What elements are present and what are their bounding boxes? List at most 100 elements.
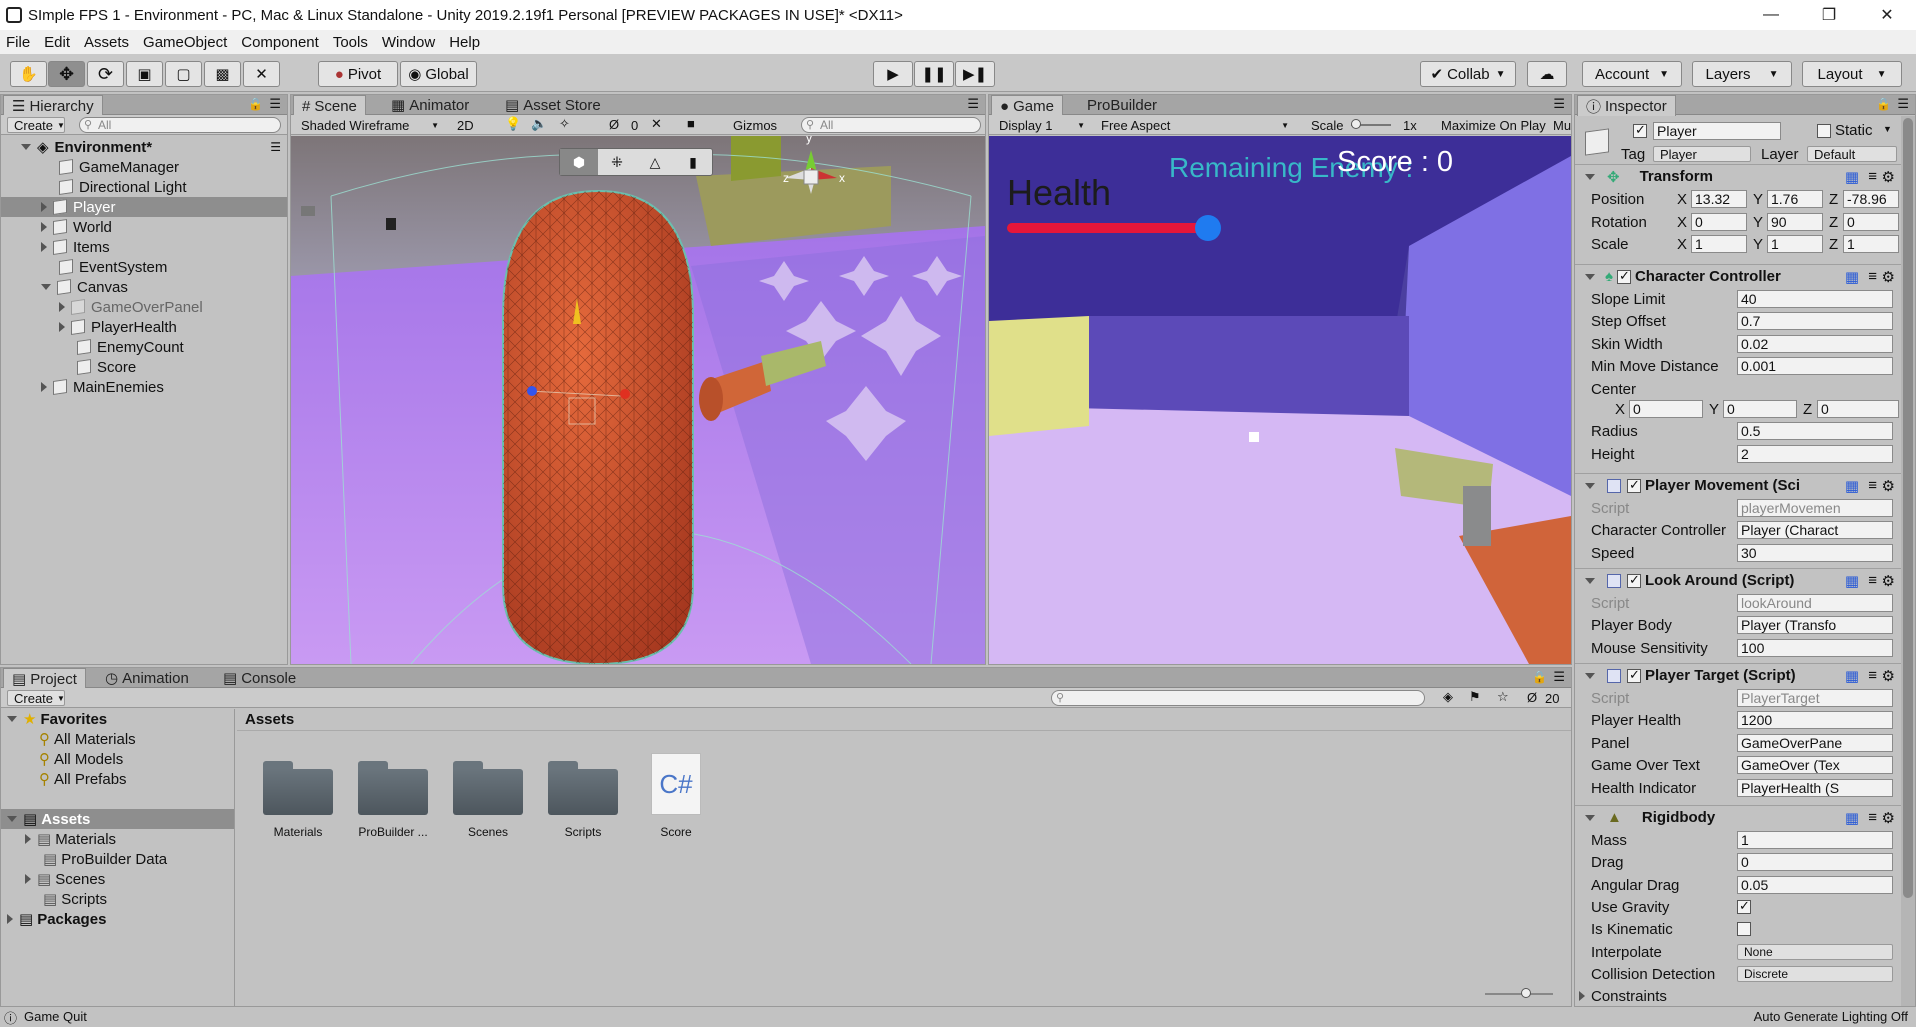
inspector-scrollbar[interactable]: [1901, 116, 1915, 1006]
hierarchy-item-gameoverpanel[interactable]: GameOverPanel: [1, 297, 287, 317]
hierarchy-create-button[interactable]: Create ▼: [7, 117, 65, 133]
expand-arrow-icon[interactable]: [59, 302, 65, 312]
expand-arrow-icon[interactable]: [41, 202, 47, 212]
expand-arrow-icon[interactable]: [41, 382, 47, 392]
hierarchy-item-playerhealth[interactable]: PlayerHealth: [1, 317, 287, 337]
rb-collision-detection-dropdown[interactable]: Discrete: [1737, 966, 1893, 982]
scale-tool-button[interactable]: ▣: [126, 61, 163, 87]
favorite-all-models[interactable]: ⚲ All Models: [1, 749, 234, 769]
scene-tools-icon[interactable]: ✕: [651, 116, 662, 132]
hierarchy-item-score[interactable]: Score: [1, 357, 287, 377]
lock-icon[interactable]: 🔒: [248, 97, 263, 111]
scale-y-field[interactable]: 1: [1767, 235, 1823, 253]
lock-icon[interactable]: 🔒: [1532, 670, 1547, 684]
pt-player-health-field[interactable]: 1200: [1737, 711, 1893, 729]
assets-root-row[interactable]: ▤ Assets: [1, 809, 234, 829]
favorite-all-prefabs[interactable]: ⚲ All Prefabs: [1, 769, 234, 789]
look-around-enabled-checkbox[interactable]: [1627, 572, 1641, 588]
rotation-z-field[interactable]: 0: [1843, 213, 1899, 231]
edge-mode-icon[interactable]: △: [636, 149, 674, 175]
skin-width-field[interactable]: 0.02: [1737, 335, 1893, 353]
height-field[interactable]: 2: [1737, 445, 1893, 463]
pt-game-over-text-field[interactable]: GameOver (Tex: [1737, 756, 1893, 774]
rigidbody-header[interactable]: ▲ Rigidbody ▦ ≡ ⚙: [1575, 805, 1901, 829]
collapse-arrow-icon[interactable]: [1585, 482, 1595, 489]
center-z-field[interactable]: 0: [1817, 400, 1899, 418]
expand-arrow-icon[interactable]: [41, 242, 47, 252]
restore-button[interactable]: ❐: [1800, 0, 1858, 30]
scale-slider-thumb[interactable]: [1351, 119, 1361, 129]
tab-inspector[interactable]: ⓘ Inspector: [1577, 95, 1676, 116]
icon-size-slider-thumb[interactable]: [1521, 988, 1531, 998]
tab-asset-store[interactable]: ▤ Asset Store: [497, 95, 609, 115]
panel-menu-icon[interactable]: ☰: [269, 96, 281, 112]
tree-scripts[interactable]: ▤ Scripts: [1, 889, 234, 909]
dropdown-arrow-icon[interactable]: ▼: [1883, 124, 1892, 134]
lighting-toggle-icon[interactable]: 💡: [505, 116, 521, 132]
settings-gear-icon[interactable]: ⚙: [1882, 809, 1895, 827]
tree-scenes[interactable]: ▤ Scenes: [1, 869, 234, 889]
hierarchy-item-eventsystem[interactable]: EventSystem: [1, 257, 287, 277]
filter-by-type-icon[interactable]: ◈: [1443, 689, 1453, 705]
panel-menu-icon[interactable]: ☰: [1897, 96, 1909, 112]
expand-arrow-icon[interactable]: [41, 284, 51, 290]
pivot-toggle[interactable]: ● Pivot: [318, 61, 398, 87]
scale-x-field[interactable]: 1: [1691, 235, 1747, 253]
collab-dropdown[interactable]: ✔ Collab ▼: [1420, 61, 1516, 87]
hidden-packages-icon[interactable]: Ø: [1527, 690, 1537, 705]
player-target-header[interactable]: Player Target (Script) ▦ ≡ ⚙: [1575, 663, 1901, 687]
step-offset-field[interactable]: 0.7: [1737, 312, 1893, 330]
settings-gear-icon[interactable]: ⚙: [1882, 268, 1895, 286]
scale-z-field[interactable]: 1: [1843, 235, 1899, 253]
player-target-enabled-checkbox[interactable]: [1627, 667, 1641, 683]
expand-arrow-icon[interactable]: [7, 914, 13, 924]
slope-limit-field[interactable]: 40: [1737, 290, 1893, 308]
panel-menu-icon[interactable]: ☰: [967, 96, 979, 112]
rotate-tool-button[interactable]: ⟳: [87, 61, 124, 87]
scene-viewport[interactable]: y x z ⬢ ⁜ △ ▮: [291, 136, 985, 664]
la-mouse-sensitivity-field[interactable]: 100: [1737, 639, 1893, 657]
tab-animation[interactable]: ◷ Animation: [97, 668, 197, 688]
hierarchy-item-gamemanager[interactable]: GameManager: [1, 157, 287, 177]
custom-tool-button[interactable]: ✕: [243, 61, 280, 87]
tab-animator[interactable]: ▦ Animator: [383, 95, 477, 115]
help-icon[interactable]: ▦: [1845, 572, 1859, 590]
la-player-body-field[interactable]: Player (Transfo: [1737, 616, 1893, 634]
tag-dropdown[interactable]: Player: [1653, 146, 1751, 162]
position-x-field[interactable]: 13.32: [1691, 190, 1747, 208]
game-viewport[interactable]: Health Remaining Enemy : Score : 0: [989, 136, 1571, 664]
project-create-button[interactable]: Create ▼: [7, 690, 65, 706]
menu-component[interactable]: Component: [241, 34, 319, 51]
expand-arrow-icon[interactable]: [59, 322, 65, 332]
collapse-arrow-icon[interactable]: [1585, 672, 1595, 679]
tab-game[interactable]: ● Game: [991, 95, 1063, 116]
hierarchy-item-enemycount[interactable]: EnemyCount: [1, 337, 287, 357]
radius-field[interactable]: 0.5: [1737, 422, 1893, 440]
object-name-field[interactable]: Player: [1653, 122, 1781, 140]
help-icon[interactable]: ▦: [1845, 809, 1859, 827]
hierarchy-item-items[interactable]: Items: [1, 237, 287, 257]
favorite-star-icon[interactable]: ☆: [1497, 689, 1509, 705]
expand-arrow-icon[interactable]: [7, 716, 17, 722]
move-tool-button[interactable]: ✥: [48, 61, 85, 87]
rotation-y-field[interactable]: 90: [1767, 213, 1823, 231]
help-icon[interactable]: ▦: [1845, 268, 1859, 286]
object-mode-icon[interactable]: ⬢: [560, 149, 598, 175]
menu-gameobject[interactable]: GameObject: [143, 34, 227, 51]
status-message[interactable]: Game Quit: [24, 1009, 87, 1024]
menu-edit[interactable]: Edit: [44, 34, 70, 51]
face-mode-icon[interactable]: ▮: [674, 149, 712, 175]
character-controller-enabled-checkbox[interactable]: [1616, 268, 1631, 284]
expand-arrow-icon[interactable]: [25, 834, 31, 844]
packages-row[interactable]: ▤ Packages: [1, 909, 234, 929]
menu-help[interactable]: Help: [449, 34, 480, 51]
collapse-arrow-icon[interactable]: [1585, 814, 1595, 821]
position-z-field[interactable]: -78.96: [1843, 190, 1899, 208]
scene-search-input[interactable]: ⚲ All: [801, 117, 981, 133]
rb-constraints-row[interactable]: Constraints: [1575, 985, 1901, 1006]
icon-size-slider[interactable]: [1485, 988, 1553, 998]
scale-slider[interactable]: [1351, 119, 1391, 129]
settings-gear-icon[interactable]: ⚙: [1882, 168, 1895, 186]
player-movement-header[interactable]: Player Movement (Sci ▦ ≡ ⚙: [1575, 473, 1901, 497]
tab-project[interactable]: ▤ Project: [3, 668, 86, 689]
